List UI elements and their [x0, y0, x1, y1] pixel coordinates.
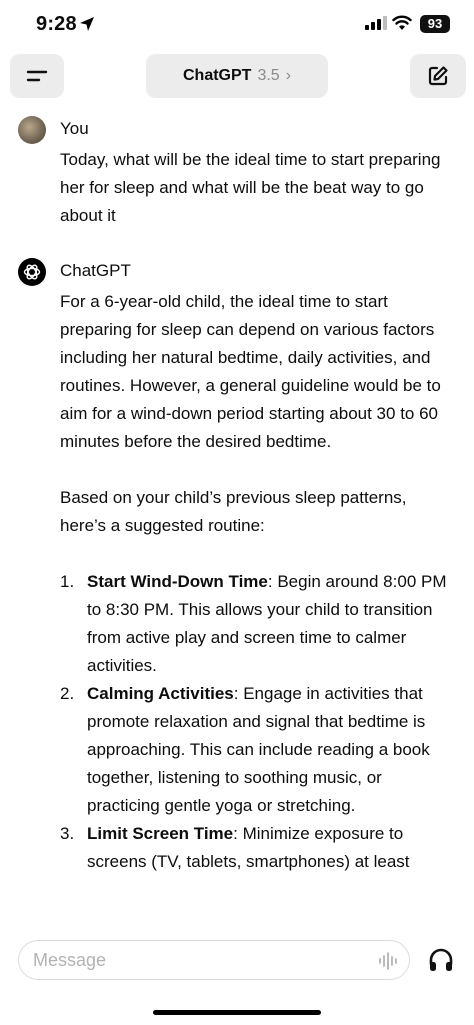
composer-bar	[0, 932, 474, 1025]
chat-thread[interactable]: You Today, what will be the ideal time t…	[0, 112, 474, 932]
list-item: 1. Start Wind-Down Time: Begin around 8:0…	[60, 568, 450, 680]
top-nav: ChatGPT 3.5 ›	[0, 54, 474, 98]
model-version: 3.5	[257, 67, 280, 84]
menu-button[interactable]	[10, 54, 64, 98]
message-input[interactable]	[33, 941, 363, 979]
cellular-signal-icon	[365, 16, 387, 30]
message-input-wrapper	[18, 940, 410, 980]
voice-waveform-icon[interactable]	[377, 950, 399, 972]
model-selector-button[interactable]: ChatGPT 3.5 ›	[146, 54, 328, 98]
user-message: You Today, what will be the ideal time t…	[0, 112, 474, 230]
message-paragraph: Based on your child’s previous sleep pat…	[60, 488, 407, 535]
model-name: ChatGPT	[182, 67, 252, 84]
user-avatar	[18, 116, 46, 144]
message-text: Today, what will be the ideal time to st…	[60, 150, 441, 225]
message-paragraph: For a 6-year-old child, the ideal time t…	[60, 292, 441, 451]
home-indicator	[153, 1010, 321, 1015]
list-item-body: : Engage in activities that promote rela…	[87, 684, 430, 815]
list-item: 2. Calming Activities: Engage in activiti…	[60, 680, 450, 820]
list-item-title: Limit Screen Time	[87, 824, 234, 843]
location-arrow-icon	[80, 17, 94, 31]
assistant-message: ChatGPT For a 6-year-old child, the idea…	[0, 254, 474, 876]
message-sender: You	[60, 119, 89, 138]
status-time: 9:28	[36, 13, 77, 35]
battery-indicator: 93	[420, 15, 450, 33]
list-number: 2.	[60, 684, 75, 703]
list-item-title: Calming Activities	[87, 684, 234, 703]
chatgpt-avatar	[18, 258, 46, 286]
list-number: 1.	[60, 572, 75, 591]
wifi-icon	[392, 15, 412, 30]
chevron-right-icon: ›	[285, 67, 292, 84]
menu-icon	[26, 70, 48, 82]
message-sender: ChatGPT	[60, 261, 131, 280]
list-item: 3. Limit Screen Time: Minimize exposure t…	[60, 820, 450, 876]
routine-list: 1. Start Wind-Down Time: Begin around 8:0…	[60, 568, 450, 876]
new-chat-icon	[428, 66, 448, 86]
status-bar: 9:28 93	[0, 0, 474, 50]
openai-logo-icon	[23, 264, 41, 280]
list-number: 3.	[60, 824, 75, 843]
headphones-icon[interactable]	[426, 946, 456, 976]
new-chat-button[interactable]	[410, 54, 466, 98]
list-item-title: Start Wind-Down Time	[87, 572, 268, 591]
